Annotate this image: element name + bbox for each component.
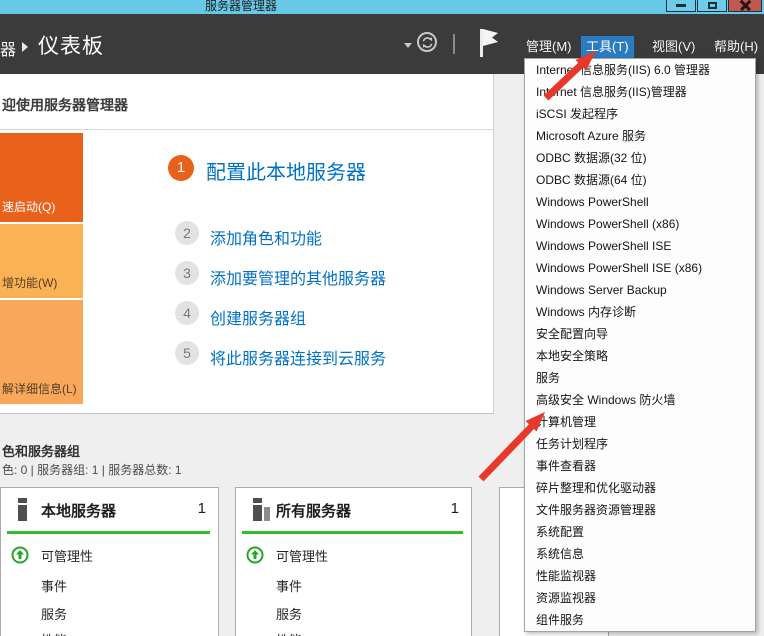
step-3-badge: 3: [175, 261, 199, 285]
tools-menu-item[interactable]: Internet 信息服务(IIS) 6.0 管理器: [525, 59, 755, 81]
card-row-label: 性能: [41, 630, 67, 636]
tools-menu-item[interactable]: 系统配置: [525, 521, 755, 543]
server-manager-window: 服务器管理器 器 仪表板 管理(M) 工具(T) 视图(V) 帮助(: [0, 0, 764, 636]
welcome-panel: 迎使用服务器管理器 速启动(Q) 增功能(W) 解详细信息(L) 1 配置此本地…: [0, 74, 494, 414]
close-button[interactable]: [728, 0, 762, 12]
step-1-link[interactable]: 配置此本地服务器: [206, 156, 366, 185]
close-icon: [740, 0, 751, 10]
card-row-manageability[interactable]: 可管理性: [1, 541, 218, 569]
card-local-server-title[interactable]: 本地服务器: [41, 500, 116, 521]
refresh-button[interactable]: [417, 32, 437, 52]
maximize-button[interactable]: [697, 0, 727, 12]
minimize-icon: [676, 4, 686, 7]
step-4-link[interactable]: 创建服务器组: [210, 305, 306, 329]
step-5-badge: 5: [175, 341, 199, 365]
tools-dropdown-menu: Internet 信息服务(IIS) 6.0 管理器 Internet 信息服务…: [524, 58, 756, 632]
tools-menu-item[interactable]: Microsoft Azure 服务: [525, 125, 755, 147]
tools-menu-item[interactable]: 事件查看器: [525, 455, 755, 477]
tools-menu-item[interactable]: iSCSI 发起程序: [525, 103, 755, 125]
tools-menu-item[interactable]: 资源监视器: [525, 587, 755, 609]
tools-menu-item[interactable]: 组件服务: [525, 609, 755, 631]
card-local-server-count: 1: [198, 500, 206, 517]
step-2-badge: 2: [175, 221, 199, 245]
minimize-button[interactable]: [666, 0, 696, 12]
tile-learn-more-label: 解详细信息(L): [0, 380, 77, 404]
tools-menu-item-computer-management[interactable]: 计算机管理: [525, 411, 755, 433]
toolbar-separator: [453, 34, 455, 54]
tile-whats-new-label: 增功能(W): [0, 274, 57, 298]
card-row-label: 可管理性: [41, 546, 93, 565]
roles-groups-heading: 色和服务器组: [2, 441, 80, 460]
chevron-down-icon[interactable]: [404, 43, 412, 48]
refresh-icon: [421, 36, 434, 49]
tools-menu-item[interactable]: 碎片整理和优化驱动器: [525, 477, 755, 499]
card-row-label: 服务: [41, 604, 67, 623]
tools-menu-item[interactable]: Windows Server Backup: [525, 279, 755, 301]
tools-menu-item[interactable]: Windows 内存诊断: [525, 301, 755, 323]
card-row-performance[interactable]: 性能: [236, 625, 471, 636]
tools-menu-item[interactable]: 高级安全 Windows 防火墙: [525, 389, 755, 411]
card-row-label: 事件: [276, 576, 302, 595]
breadcrumb-current: 仪表板: [38, 30, 104, 60]
roles-groups-stats: 色: 0 | 服务器组: 1 | 服务器总数: 1: [2, 461, 182, 478]
menu-view[interactable]: 视图(V): [647, 36, 700, 58]
step-2-link[interactable]: 添加角色和功能: [210, 225, 322, 249]
tools-menu-item[interactable]: 文件服务器资源管理器: [525, 499, 755, 521]
step-1-badge: 1: [168, 155, 194, 181]
welcome-heading: 迎使用服务器管理器: [2, 95, 128, 115]
all-servers-icon: [253, 498, 269, 521]
divider: [0, 129, 493, 130]
title-bar: 服务器管理器: [0, 0, 764, 14]
tools-menu-item[interactable]: 安全配置向导: [525, 323, 755, 345]
tools-menu-item[interactable]: 服务: [525, 367, 755, 389]
tools-menu-item[interactable]: ODBC 数据源(32 位): [525, 147, 755, 169]
step-5-link[interactable]: 将此服务器连接到云服务: [210, 345, 386, 369]
card-row-services[interactable]: 服务: [1, 599, 218, 627]
card-all-servers: 所有服务器 1 可管理性 事件 服务 性能: [235, 487, 472, 636]
card-status-line: [7, 531, 210, 534]
tile-quick-start-label: 速启动(Q): [0, 198, 55, 222]
green-up-arrow-icon: [246, 546, 264, 564]
menu-manage[interactable]: 管理(M): [521, 36, 577, 58]
card-row-label: 事件: [41, 576, 67, 595]
card-row-events[interactable]: 事件: [1, 571, 218, 599]
tools-menu-item[interactable]: Windows PowerShell (x86): [525, 213, 755, 235]
notification-flag-button[interactable]: [478, 28, 500, 63]
tools-menu-item[interactable]: 任务计划程序: [525, 433, 755, 455]
card-row-label: 性能: [276, 630, 302, 636]
menu-tools[interactable]: 工具(T): [581, 36, 634, 58]
tools-menu-item[interactable]: Internet 信息服务(IIS)管理器: [525, 81, 755, 103]
tile-whats-new[interactable]: 增功能(W): [0, 224, 83, 298]
tile-quick-start[interactable]: 速启动(Q): [0, 133, 83, 222]
card-row-label: 服务: [276, 604, 302, 623]
card-row-manageability[interactable]: 可管理性: [236, 541, 471, 569]
tools-menu-item[interactable]: Windows PowerShell ISE: [525, 235, 755, 257]
tools-menu-item[interactable]: ODBC 数据源(64 位): [525, 169, 755, 191]
card-local-server: 本地服务器 1 可管理性 事件 服务 性能: [0, 487, 219, 636]
card-row-performance[interactable]: 性能: [1, 625, 218, 636]
tools-menu-item[interactable]: 性能监视器: [525, 565, 755, 587]
local-server-icon: [18, 498, 34, 521]
menu-help[interactable]: 帮助(H): [709, 36, 763, 58]
tools-menu-item[interactable]: 系统信息: [525, 543, 755, 565]
card-all-servers-title[interactable]: 所有服务器: [276, 500, 351, 521]
card-row-services[interactable]: 服务: [236, 599, 471, 627]
card-row-events[interactable]: 事件: [236, 571, 471, 599]
step-3-link[interactable]: 添加要管理的其他服务器: [210, 265, 386, 289]
breadcrumb-arrow-icon: [22, 42, 28, 52]
tile-learn-more[interactable]: 解详细信息(L): [0, 300, 83, 404]
tools-menu-item[interactable]: Windows PowerShell: [525, 191, 755, 213]
green-up-arrow-icon: [11, 546, 29, 564]
window-title: 服务器管理器: [205, 0, 277, 14]
card-all-servers-count: 1: [451, 500, 459, 517]
breadcrumb[interactable]: 器: [0, 36, 16, 60]
card-row-label: 可管理性: [276, 546, 328, 565]
step-4-badge: 4: [175, 301, 199, 325]
tools-menu-item[interactable]: Windows PowerShell ISE (x86): [525, 257, 755, 279]
notification-flag-icon: [478, 28, 500, 58]
tools-menu-item[interactable]: 本地安全策略: [525, 345, 755, 367]
card-status-line: [242, 531, 463, 534]
maximize-icon: [708, 2, 717, 9]
